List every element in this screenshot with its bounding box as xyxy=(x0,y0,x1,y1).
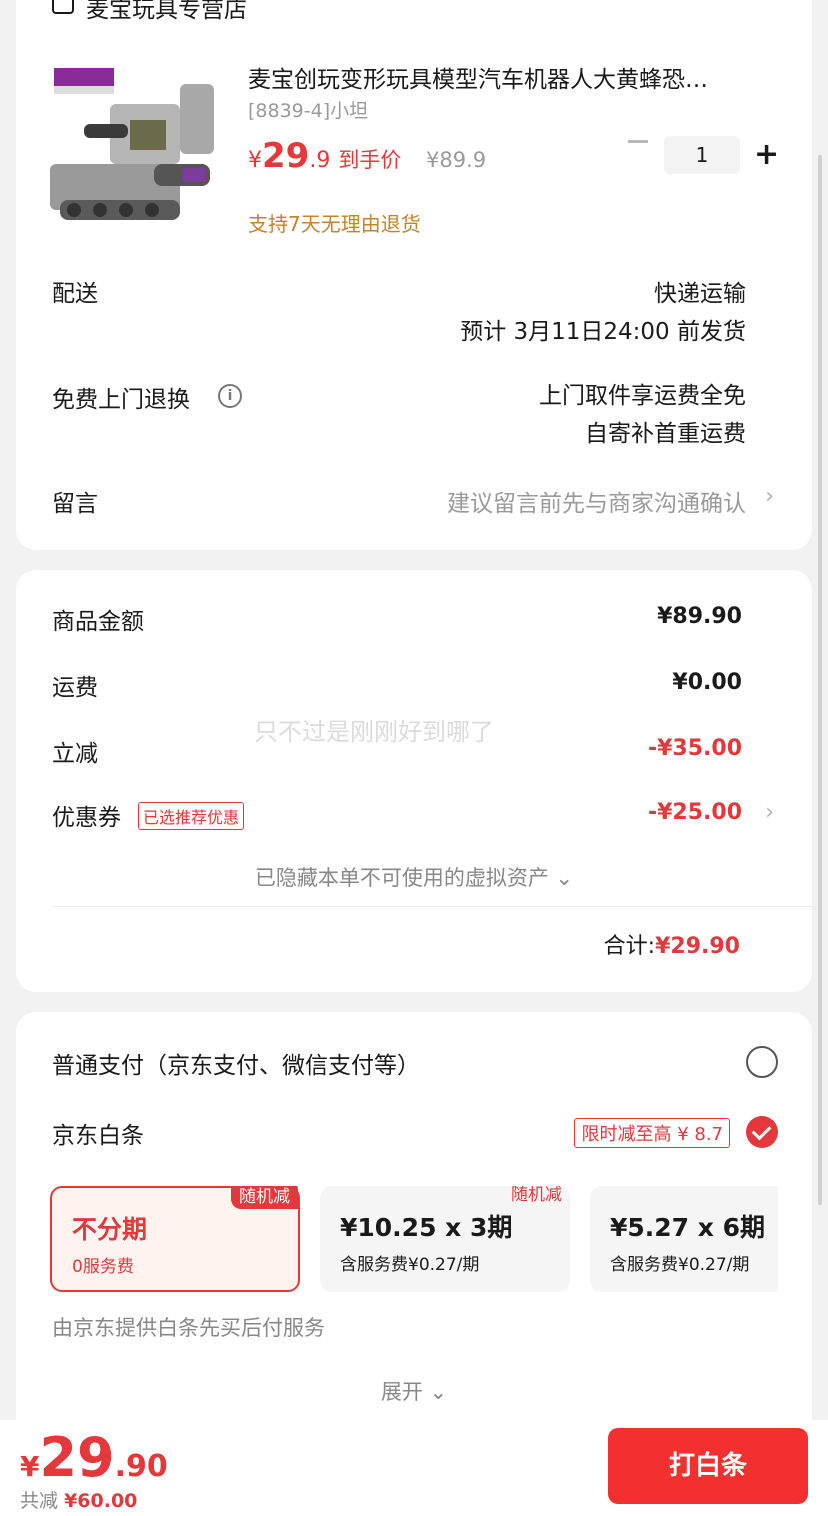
store-name[interactable]: 麦宝玩具专营店 xyxy=(86,0,247,24)
message-label: 留言 xyxy=(52,491,98,517)
plan-option-3-installments[interactable]: 随机减 ¥10.25 x 3期 含服务费¥0.27/期 xyxy=(320,1186,570,1292)
scrollbar[interactable] xyxy=(818,155,822,1205)
installment-plans: 随机减 不分期 0服务费 随机减 ¥10.25 x 3期 含服务费¥0.27/期… xyxy=(50,1186,778,1294)
payment-card: 普通支付（京东支付、微信支付等） 京东白条 限时减至高 ¥ 8.7 随机减 不分… xyxy=(16,1012,812,1442)
shipping-eta: 预计 3月11日24:00 前发货 xyxy=(460,319,746,345)
goods-amount-label: 商品金额 xyxy=(52,609,144,635)
plan-option-6-installments[interactable]: 随 ¥5.27 x 6期 含服务费¥0.27/期 xyxy=(590,1186,778,1292)
baitiao-label[interactable]: 京东白条 xyxy=(52,1116,144,1150)
quantity-decrease-button[interactable] xyxy=(628,140,648,143)
hidden-assets-toggle[interactable]: 已隐藏本单不可使用的虚拟资产 ⌄ xyxy=(16,862,812,892)
original-price: ¥89.9 xyxy=(426,148,487,172)
info-icon[interactable]: i xyxy=(218,384,242,408)
shipping-fee-value: ¥0.00 xyxy=(672,670,742,695)
saved-label: 共减 xyxy=(20,1490,59,1512)
plan-option-no-installment[interactable]: 随机减 不分期 0服务费 xyxy=(50,1186,300,1292)
shipping-fee-label: 运费 xyxy=(52,675,98,701)
chevron-right-icon[interactable]: › xyxy=(765,800,774,825)
return-policy-note: 支持7天无理由退货 xyxy=(248,212,421,236)
discount-value: -¥35.00 xyxy=(647,736,742,761)
subtotal-value: ¥29.90 xyxy=(655,934,740,959)
divider xyxy=(52,906,812,907)
plan-main: ¥5.27 x 6期 xyxy=(610,1213,766,1242)
total-price: ¥29.90 xyxy=(20,1426,168,1489)
coupon-recommended-badge: 已选推荐优惠 xyxy=(138,802,245,830)
coupon-value[interactable]: -¥25.00 xyxy=(648,800,742,825)
price-decimal: .9 xyxy=(309,148,331,173)
plan-main: 不分期 xyxy=(72,1215,148,1244)
return-pickup-note: 上门取件享运费全免 xyxy=(539,383,746,409)
subtotal-label: 合计: xyxy=(603,934,656,959)
amount-card: 只不过是刚刚好到哪了 商品金额 ¥89.90 运费 ¥0.00 立减 -¥35.… xyxy=(16,570,812,992)
quantity-increase-button[interactable]: + xyxy=(754,138,779,172)
checkout-bar: ¥29.90 共减 ¥60.00 打白条 xyxy=(0,1420,828,1516)
return-self-ship-note: 自寄补首重运费 xyxy=(585,421,746,447)
plan-sub: 0服务费 xyxy=(72,1257,134,1277)
baitiao-promo-badge: 限时减至高 ¥ 8.7 xyxy=(574,1118,730,1148)
total-price-symbol: ¥ xyxy=(20,1450,40,1483)
saved-value: ¥60.00 xyxy=(64,1490,138,1512)
price-integer: 29 xyxy=(262,136,310,176)
random-discount-tag: 随机减 xyxy=(231,1186,298,1209)
plan-sub: 含服务费¥0.27/期 xyxy=(610,1255,750,1275)
product-image[interactable] xyxy=(50,64,224,236)
total-price-decimal: .90 xyxy=(114,1449,168,1484)
provider-note: 由京东提供白条先买后付服务 xyxy=(52,1316,325,1340)
discount-label: 立减 xyxy=(52,741,98,767)
product-title[interactable]: 麦宝创玩变形玩具模型汽车机器人大黄蜂恐… xyxy=(248,60,768,94)
random-discount-tag: 随机减 xyxy=(511,1186,562,1205)
normal-payment-label[interactable]: 普通支付（京东支付、微信支付等） xyxy=(52,1046,420,1080)
quantity-input[interactable]: 1 xyxy=(664,136,740,174)
chevron-right-icon[interactable]: › xyxy=(765,484,774,509)
coupon-label[interactable]: 优惠券 xyxy=(52,798,121,832)
price-symbol: ¥ xyxy=(248,148,262,173)
store-icon xyxy=(52,0,74,14)
plan-main: ¥10.25 x 3期 xyxy=(340,1213,513,1242)
total-saved: 共减 ¥60.00 xyxy=(20,1486,137,1513)
goods-amount-value: ¥89.90 xyxy=(657,604,742,629)
message-input[interactable]: 建议留言前先与商家沟通确认 xyxy=(447,484,746,518)
watermark-text: 只不过是刚刚好到哪了 xyxy=(254,718,494,746)
free-return-label: 免费上门退换 xyxy=(52,387,190,413)
baitiao-radio-checked[interactable] xyxy=(746,1116,778,1148)
checkout-button[interactable]: 打白条 xyxy=(608,1428,808,1504)
product-card: 麦宝玩具专营店 麦宝创玩变形玩具模型汽车机器人大黄蜂恐… [8839-4]小坦 … xyxy=(16,0,812,550)
shipping-label: 配送 xyxy=(52,281,98,307)
total-price-integer: 29 xyxy=(39,1426,115,1489)
plan-sub: 含服务费¥0.27/期 xyxy=(340,1255,480,1275)
product-price: ¥29.9 到手价 xyxy=(248,136,401,176)
expand-toggle[interactable]: 展开 ⌄ xyxy=(16,1376,812,1406)
product-sku[interactable]: [8839-4]小坦 xyxy=(248,96,368,123)
subtotal: 合计:¥29.90 xyxy=(604,928,740,960)
price-tag: 到手价 xyxy=(338,148,402,172)
normal-payment-radio[interactable] xyxy=(746,1046,778,1078)
shipping-method[interactable]: 快递运输 xyxy=(654,274,746,308)
